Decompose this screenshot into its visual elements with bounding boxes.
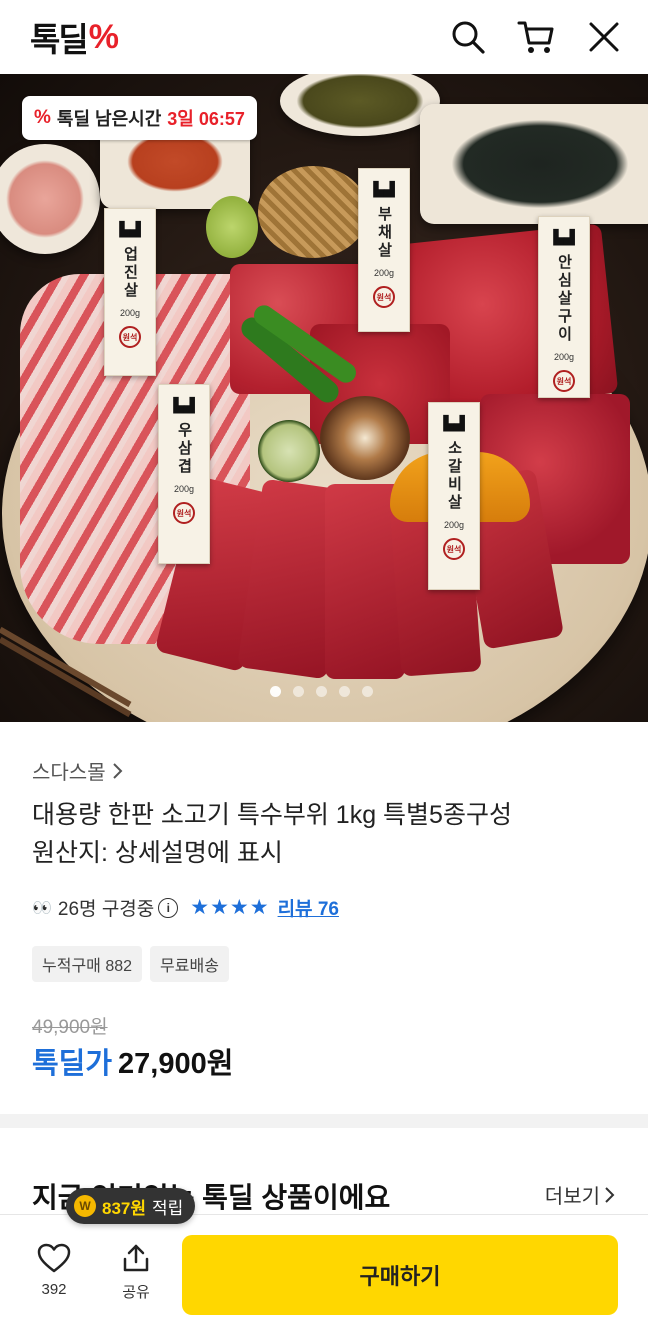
carousel-dot[interactable]	[270, 686, 281, 697]
tag-weight: 200g	[119, 308, 141, 318]
share-icon	[123, 1244, 149, 1272]
tag-name: 부채살	[375, 206, 393, 260]
like-count: 392	[41, 1281, 67, 1298]
meat-label-tag: ▙▟ 업진살 200g 원석	[104, 208, 156, 376]
tag-seal: 원석	[373, 286, 395, 308]
chevron-right-icon	[605, 1186, 615, 1203]
tag-name: 우삼겹	[175, 422, 193, 476]
product-stats: 👀 26명 구경중 i ★★★★ 리뷰 76	[32, 894, 339, 921]
reviews-link[interactable]: 리뷰 76	[278, 894, 339, 921]
timer-label: 톡딜 남은시간	[56, 109, 162, 129]
deal-price-label: 톡딜가	[32, 1048, 113, 1080]
like-button[interactable]: 392	[30, 1243, 78, 1298]
garnish-zucchini	[258, 420, 320, 482]
cow-icon: ▙▟	[443, 415, 465, 431]
cart-icon[interactable]	[516, 17, 556, 57]
bottom-action-bar: 392 공유 구매하기	[0, 1214, 648, 1334]
tag-weight: 200g	[443, 520, 465, 530]
reward-points-badge: W 837원 적립	[66, 1188, 196, 1224]
garnish-wasabi	[206, 196, 258, 258]
cumulative-purchase-chip: 누적구매 882	[32, 946, 143, 982]
close-icon[interactable]	[584, 17, 624, 57]
tag-weight: 200g	[553, 352, 575, 362]
tag-seal: 원석	[443, 538, 465, 560]
more-link[interactable]: 더보기	[545, 1180, 616, 1209]
cow-icon: ▙▟	[373, 181, 395, 197]
meat-label-tag: ▙▟ 소갈비살 200g 원석	[428, 402, 480, 590]
meat-label-tag: ▙▟ 안심살구이 200g 원석	[538, 216, 590, 398]
product-image-carousel[interactable]: ▙▟ 업진살 200g 원석 ▙▟ 부채살 200g 원석 ▙▟ 안심살구이 2…	[0, 74, 648, 722]
deal-timer-badge: % 톡딜 남은시간 3일 06:57	[22, 96, 257, 140]
tag-seal: 원석	[553, 370, 575, 392]
timer-value: 3일 06:57	[167, 109, 245, 129]
buy-button[interactable]: 구매하기	[182, 1235, 618, 1315]
reward-amount: 837원	[102, 1198, 147, 1218]
logo-percent-mark: %	[88, 17, 119, 56]
meat-label-tag: ▙▟ 부채살 200g 원석	[358, 168, 410, 332]
carousel-dot[interactable]	[316, 686, 327, 697]
eyes-icon: 👀	[32, 899, 52, 917]
product-title-line2: 원산지: 상세설명에 표시	[32, 839, 283, 867]
logo[interactable]: 톡딜 %	[30, 13, 119, 61]
cow-icon: ▙▟	[173, 397, 195, 413]
coin-icon: W	[74, 1195, 96, 1217]
product-title-line1: 대용량 한판 소고기 특수부위 1kg 특별5종구성	[32, 801, 512, 829]
deal-price: 27,900원	[118, 1048, 234, 1080]
garnish-basket	[258, 166, 368, 258]
tag-seal: 원석	[119, 326, 141, 348]
original-price: 49,900원	[32, 1017, 108, 1038]
tag-name: 안심살구이	[555, 254, 573, 344]
share-label: 공유	[122, 1284, 150, 1301]
search-icon[interactable]	[448, 17, 488, 57]
carousel-dot[interactable]	[293, 686, 304, 697]
tag-weight: 200g	[173, 484, 195, 494]
share-button[interactable]: 공유	[112, 1243, 160, 1302]
section-divider	[0, 1114, 648, 1128]
free-shipping-chip: 무료배송	[150, 946, 229, 982]
more-label: 더보기	[544, 1186, 600, 1208]
side-dish-seaweed	[420, 104, 648, 224]
side-bowl-pickles	[280, 74, 440, 136]
rating-stars-icon: ★★★★	[190, 896, 270, 919]
carousel-dot[interactable]	[339, 686, 350, 697]
garnish-mushroom	[320, 396, 410, 480]
store-name: 스다스몰	[32, 762, 106, 784]
cow-icon: ▙▟	[119, 221, 141, 237]
logo-text: 톡딜	[30, 21, 89, 58]
cow-icon: ▙▟	[553, 229, 575, 245]
heart-icon	[37, 1243, 71, 1273]
deal-percent-icon: %	[34, 107, 51, 128]
reward-label: 적립	[152, 1198, 184, 1218]
store-link[interactable]: 스다스몰	[32, 756, 124, 785]
tag-name: 소갈비살	[445, 440, 463, 512]
side-bowl-salt	[0, 144, 100, 254]
tag-seal: 원석	[173, 502, 195, 524]
viewers-count: 26명 구경중	[57, 899, 155, 920]
info-icon[interactable]: i	[158, 897, 179, 918]
tag-weight: 200g	[373, 268, 395, 278]
chevron-right-icon	[112, 762, 123, 779]
carousel-dot[interactable]	[362, 686, 373, 697]
product-title: 대용량 한판 소고기 특수부위 1kg 특별5종구성 원산지: 상세설명에 표시	[32, 796, 622, 872]
meat-label-tag: ▙▟ 우삼겹 200g 원석	[158, 384, 210, 564]
tag-name: 업진살	[121, 246, 139, 300]
top-header: 톡딜 %	[0, 0, 648, 74]
deal-price-row: 톡딜가 27,900원	[32, 1040, 233, 1082]
carousel-indicator	[270, 686, 373, 697]
product-chips: 누적구매 882 무료배송	[32, 946, 229, 982]
